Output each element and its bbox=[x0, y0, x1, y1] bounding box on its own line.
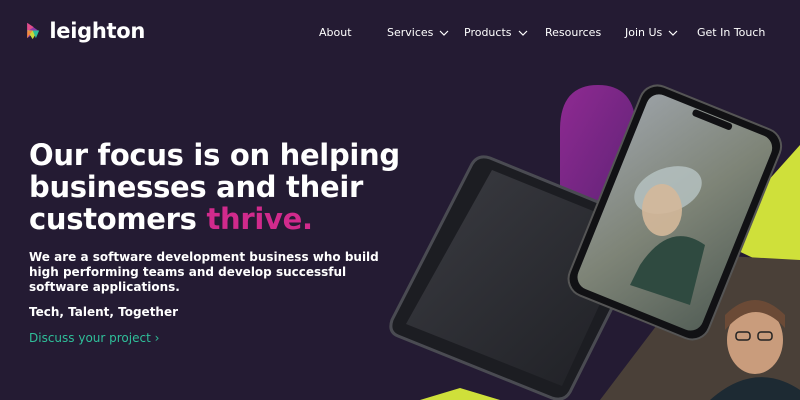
hero-title: Our focus is on helping businesses and t… bbox=[29, 139, 409, 235]
nav-item-resources[interactable]: Resources bbox=[545, 26, 601, 39]
hero-title-line: customers bbox=[29, 202, 207, 236]
brand-name: leighton bbox=[49, 19, 145, 43]
logo-mark-icon bbox=[27, 22, 40, 40]
nav-item-join-us[interactable]: Join Us bbox=[625, 26, 678, 39]
hero-tagline: Tech, Talent, Together bbox=[29, 305, 179, 319]
nav-item-label: About bbox=[319, 26, 352, 39]
nav-item-label: Join Us bbox=[625, 26, 663, 39]
lime-corner-shape bbox=[420, 388, 500, 400]
nav-item-get-in-touch[interactable]: Get In Touch bbox=[697, 26, 765, 39]
nav-item-label: Products bbox=[464, 26, 512, 39]
nav-item-label: Services bbox=[387, 26, 434, 39]
chevron-down-icon bbox=[439, 30, 449, 36]
hero-title-line: businesses and their bbox=[29, 170, 363, 204]
nav-item-about[interactable]: About bbox=[319, 26, 352, 39]
discuss-project-link[interactable]: Discuss your project › bbox=[29, 331, 159, 345]
brand-logo[interactable]: leighton bbox=[25, 14, 145, 48]
nav-item-services[interactable]: Services bbox=[387, 26, 449, 39]
chevron-down-icon bbox=[668, 30, 678, 36]
hero-title-accent: thrive. bbox=[206, 202, 313, 236]
chevron-down-icon bbox=[518, 30, 527, 36]
hero-description: We are a software development business w… bbox=[29, 250, 379, 294]
nav-item-products[interactable]: Products bbox=[464, 26, 528, 39]
hero-title-line: Our focus is on helping bbox=[29, 138, 400, 172]
nav-item-label: Get In Touch bbox=[697, 26, 766, 39]
nav-item-label: Resources bbox=[545, 26, 602, 39]
hero-illustration bbox=[389, 84, 800, 400]
